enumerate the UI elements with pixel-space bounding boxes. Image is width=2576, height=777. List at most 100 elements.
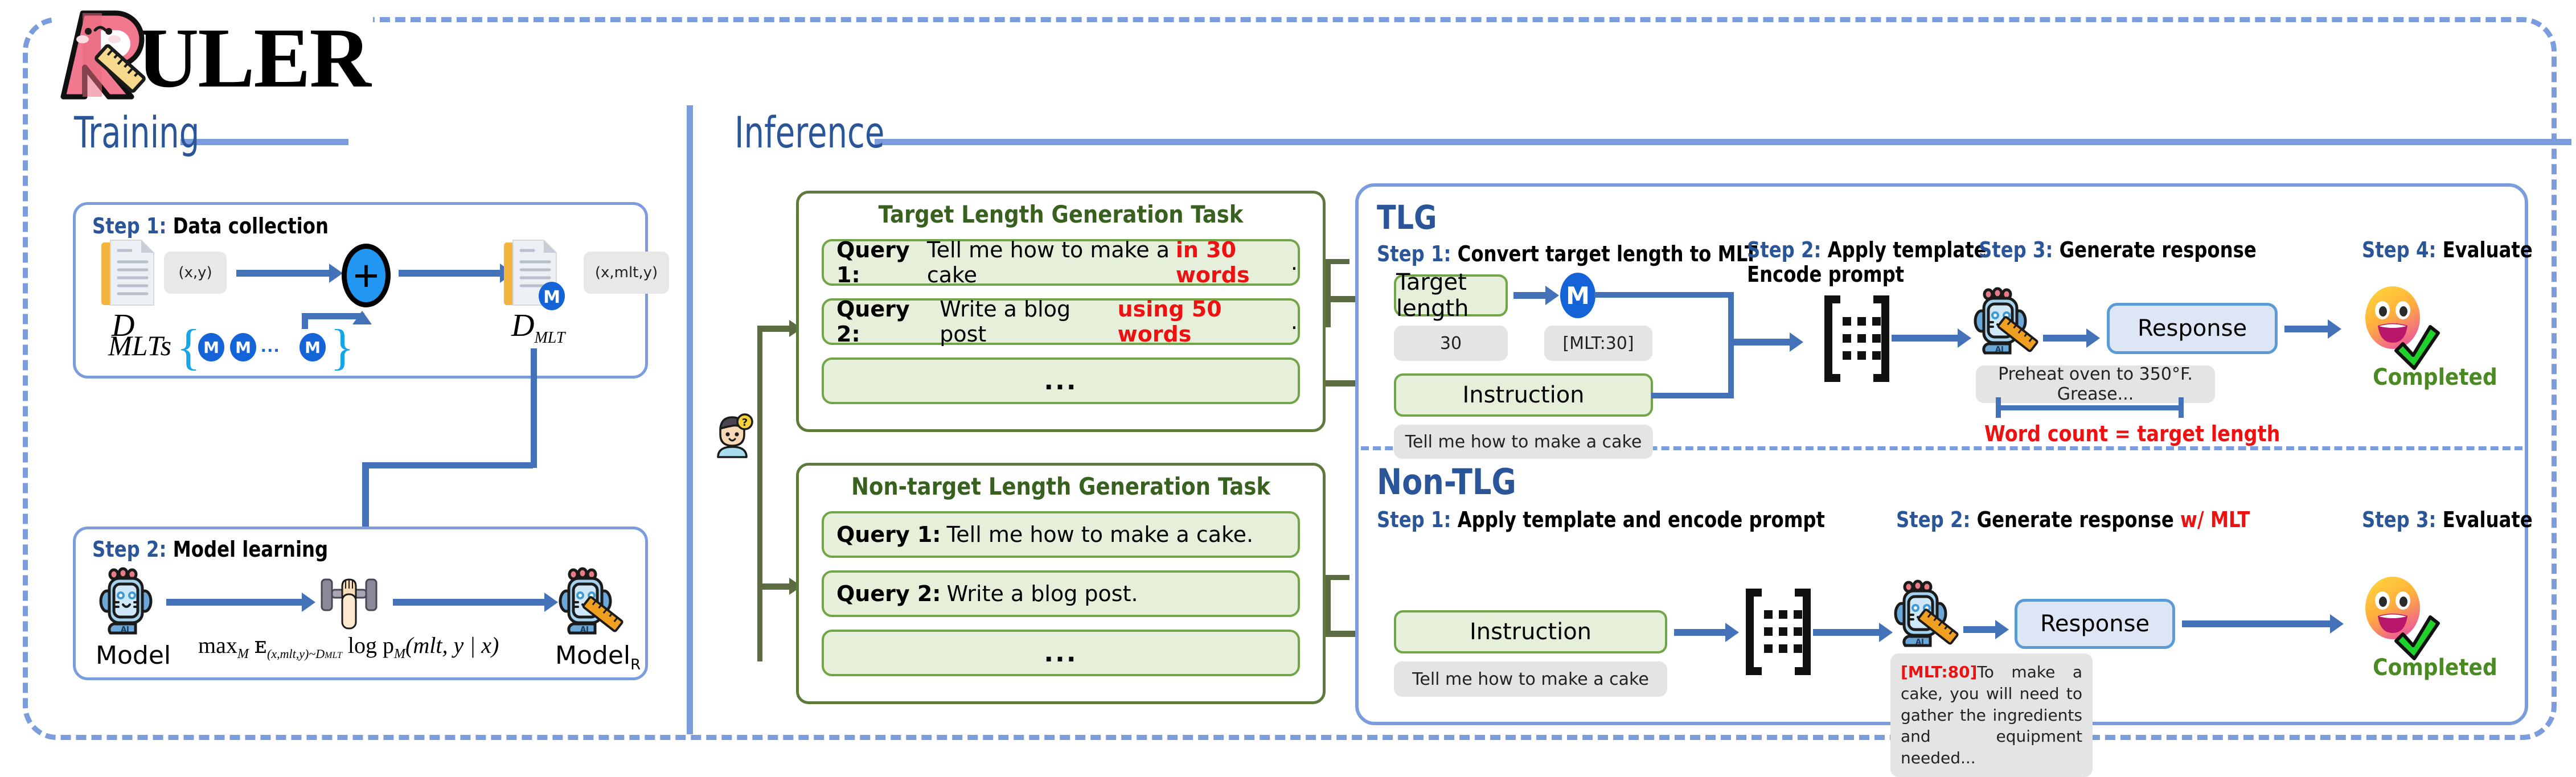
combine-plus-node: + — [342, 244, 391, 307]
query-text: Write a blog post. — [946, 581, 1138, 606]
instruction-value-nontlg: Tell me how to make a cake — [1394, 661, 1667, 697]
heading-rule — [180, 139, 348, 145]
mlt-badge-2: M — [230, 333, 256, 361]
step-text: Model learning — [166, 537, 329, 562]
dataset-document-icon — [101, 239, 156, 307]
word-count-measure-bar — [1996, 397, 2184, 418]
mlt-converter-badge: M — [1560, 273, 1595, 318]
target-length-box[interactable]: Target length — [1394, 269, 1508, 322]
step-text: Generate response — [2053, 237, 2257, 262]
nontarget-query-row-2[interactable]: Query 2: Write a blog post. — [822, 570, 1300, 617]
tlg-branch-trunk — [1326, 259, 1331, 327]
heading-rule — [875, 139, 2572, 145]
target-length-value: 30 — [1394, 326, 1508, 361]
query-text: Tell me how to make a cake. — [946, 522, 1254, 547]
connector-down — [531, 348, 537, 468]
step-text: Convert target length to MLT — [1451, 241, 1758, 266]
ruler-logo: ULER — [60, 5, 371, 105]
step-text-line2: Encode prompt — [1747, 261, 1905, 287]
tlg-heading: TLG — [1377, 198, 1437, 237]
mlts-brace-open: { — [177, 320, 201, 375]
plus-symbol: + — [353, 250, 379, 301]
step-number: Step 2: — [1747, 237, 1822, 262]
mlt-badge-3: M — [300, 333, 326, 361]
query-text: Write a blog post — [940, 297, 1071, 347]
query-highlight: using 50 words — [1117, 297, 1222, 347]
nontarget-task-title: Non-target Length Generation Task — [851, 472, 1270, 500]
step-text: Generate response — [1970, 507, 2181, 532]
target-query-row-more[interactable]: ... — [822, 357, 1300, 404]
svg-text:AI: AI — [1995, 346, 2004, 354]
ruler-r-mascot-icon — [60, 7, 146, 101]
query-text: Tell me how to make a cake — [926, 237, 1170, 287]
mlts-brace-close: } — [330, 320, 355, 375]
target-task-title: Target Length Generation Task — [878, 200, 1244, 228]
word-count-note: Word count = target length — [1984, 421, 2280, 446]
step-number: Step 2: — [1896, 507, 1971, 532]
instruction-box-nontlg[interactable]: Instruction — [1394, 610, 1667, 653]
query-label: Query 2: — [836, 297, 910, 347]
step-text: Evaluate — [2436, 237, 2533, 262]
training-inference-divider — [687, 105, 693, 734]
training-step2-title: Step 2: Model learning — [92, 537, 328, 562]
person-question-icon: ? — [715, 413, 756, 458]
svg-text:AI: AI — [1915, 638, 1924, 647]
nontlg-step2-title: Step 2: Generate response w/ MLT — [1896, 508, 2250, 532]
encoded-prompt-matrix-icon — [1822, 293, 1892, 384]
user-branch-trunk — [757, 326, 762, 661]
xmlty-tag: (x,mlt,y) — [584, 252, 669, 294]
mlts-label: MLTs — [108, 330, 172, 361]
step-number: Step 1: — [1377, 507, 1451, 532]
arrow-dataset-to-plus — [236, 264, 343, 283]
svg-text:AI: AI — [121, 626, 129, 634]
training-step1-title: Step 1: Data collection — [92, 214, 329, 239]
model-output-label: ModelR — [555, 641, 641, 673]
step-number: Step 3: — [1979, 237, 2053, 262]
instruction-value-tlg: Tell me how to make a cake — [1394, 425, 1653, 459]
inference-label: Inference — [735, 107, 885, 158]
query-suffix: . — [1290, 250, 1298, 275]
nontlg-step1-title: Step 1: Apply template and encode prompt — [1377, 508, 1825, 532]
step-number: Step 2: — [92, 537, 167, 562]
instruction-box-tlg[interactable]: Instruction — [1394, 373, 1653, 417]
arrow-matrix-to-robot-nontlg — [1813, 623, 1893, 642]
step-number: Step 1: — [1377, 241, 1451, 266]
tlg-step2-title: Step 2: Apply template Encode prompt — [1747, 238, 1987, 286]
target-query-row-1[interactable]: Query 1: Tell me how to make a cake in 3… — [822, 237, 1300, 287]
merge-line-bottom — [1651, 393, 1734, 398]
nontarget-query-row-more[interactable]: ... — [822, 630, 1300, 676]
response-box-nontlg: Response — [2015, 599, 2175, 649]
step-text-red: w/ MLT — [2180, 507, 2250, 532]
response-value-nontlg: [MLT:80]To make a cake, you will need to… — [1890, 653, 2093, 777]
mlts-ellipsis: ... — [261, 335, 281, 356]
generator-robot-icon-tlg: AI — [1974, 287, 2038, 363]
logo-wordmark: ULER — [137, 10, 371, 105]
merge-line-top — [1594, 292, 1734, 298]
mlt-token-value: [MLT:30] — [1544, 326, 1652, 361]
mlt-dataset-symbol: DMLT — [511, 308, 565, 347]
query-label: Query 1: — [836, 522, 941, 547]
step-text: Data collection — [166, 213, 329, 239]
query-suffix: . — [1290, 309, 1298, 334]
step-number: Step 1: — [92, 213, 167, 239]
step-text: Apply template — [1821, 237, 1987, 262]
nontarget-query-row-1[interactable]: Query 1: Tell me how to make a cake. — [822, 511, 1300, 558]
arrow-response-to-evaluate-tlg — [2284, 319, 2341, 339]
arrow-robot-to-response-tlg — [2043, 328, 2100, 348]
arrow-instruction-to-matrix-nontlg — [1674, 623, 1739, 642]
svg-text:M: M — [543, 287, 560, 307]
model-input-label: Model — [96, 641, 171, 670]
arrow-train-to-modelr — [393, 593, 558, 612]
svg-text:?: ? — [742, 417, 748, 429]
xy-pair-tag: (x,y) — [164, 252, 227, 294]
connector-left — [362, 462, 533, 468]
happy-face-check-icon-tlg — [2357, 285, 2440, 370]
encoded-prompt-matrix-icon-nontlg — [1744, 586, 1813, 677]
step-text: Apply template and encode prompt — [1451, 507, 1825, 532]
tlg-branch-bottom-stub — [1326, 380, 1331, 385]
ellipsis-text: ... — [1044, 366, 1078, 396]
arrow-plus-to-mltdataset — [399, 264, 514, 283]
tlg-step4-title: Step 4: Evaluate — [2362, 238, 2533, 262]
target-query-row-2[interactable]: Query 2: Write a blog post using 50 word… — [822, 297, 1300, 347]
arrow-model-to-train — [166, 593, 315, 612]
